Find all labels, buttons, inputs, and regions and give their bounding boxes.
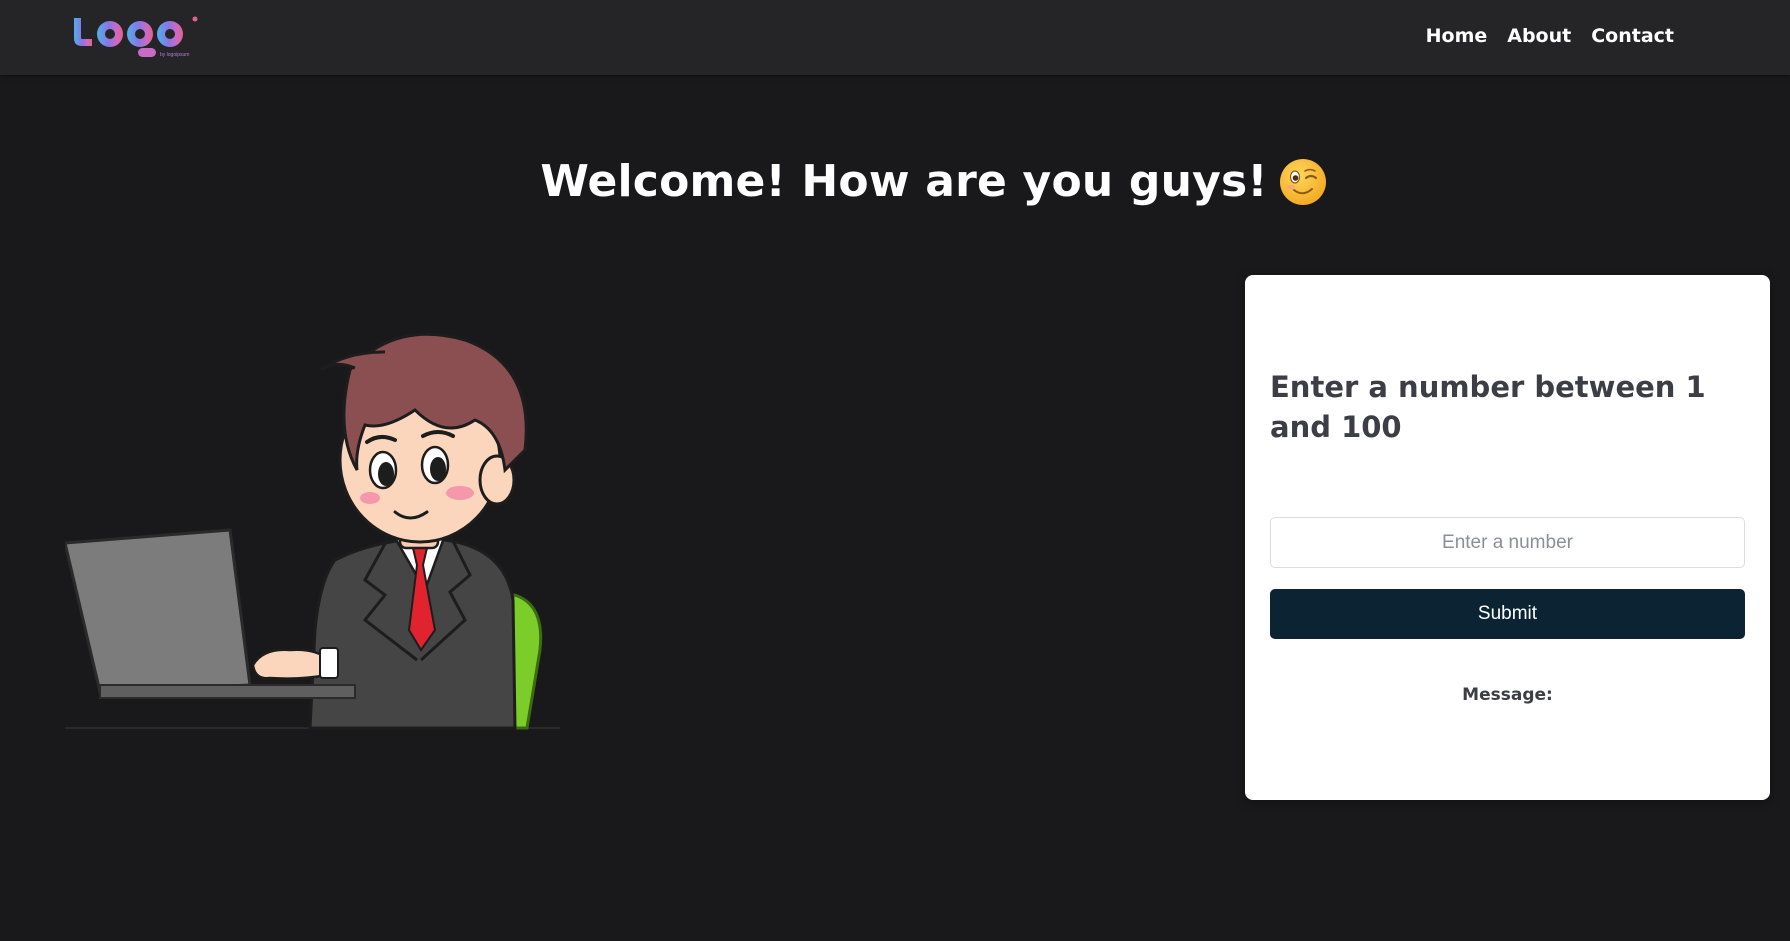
welcome-heading: Welcome! How are you guys! (0, 151, 1790, 213)
message-label: Message: (1462, 685, 1553, 705)
right-pupil (430, 457, 446, 481)
left-blush (360, 492, 380, 504)
logo-icon[interactable]: by logoipsum (70, 12, 200, 60)
nav-contact-link[interactable]: Contact (1591, 22, 1674, 50)
left-pupil (378, 462, 394, 486)
number-form-card: Enter a number between 1 and 100 Submit … (1245, 275, 1770, 800)
nav-about-link[interactable]: About (1507, 22, 1571, 50)
laptop-screen (65, 528, 252, 694)
nav-home-link[interactable]: Home (1426, 22, 1488, 50)
shirt-cuff (319, 647, 339, 679)
hand (251, 648, 332, 680)
navbar: by logoipsum Home About Contact (0, 0, 1790, 75)
number-input[interactable] (1270, 517, 1745, 568)
form-title: Enter a number between 1 and 100 (1270, 370, 1706, 444)
laptop-base (99, 684, 356, 699)
logo-tagline: by logoipsum (160, 52, 189, 58)
nav-links: Home About Contact (1426, 22, 1674, 50)
welcome-text: Welcome! How are you guys! (540, 156, 1268, 208)
man-at-laptop-illustration (65, 332, 560, 730)
right-blush (446, 486, 474, 500)
submit-button[interactable]: Submit (1270, 589, 1745, 639)
winking-face-icon (1279, 159, 1326, 206)
